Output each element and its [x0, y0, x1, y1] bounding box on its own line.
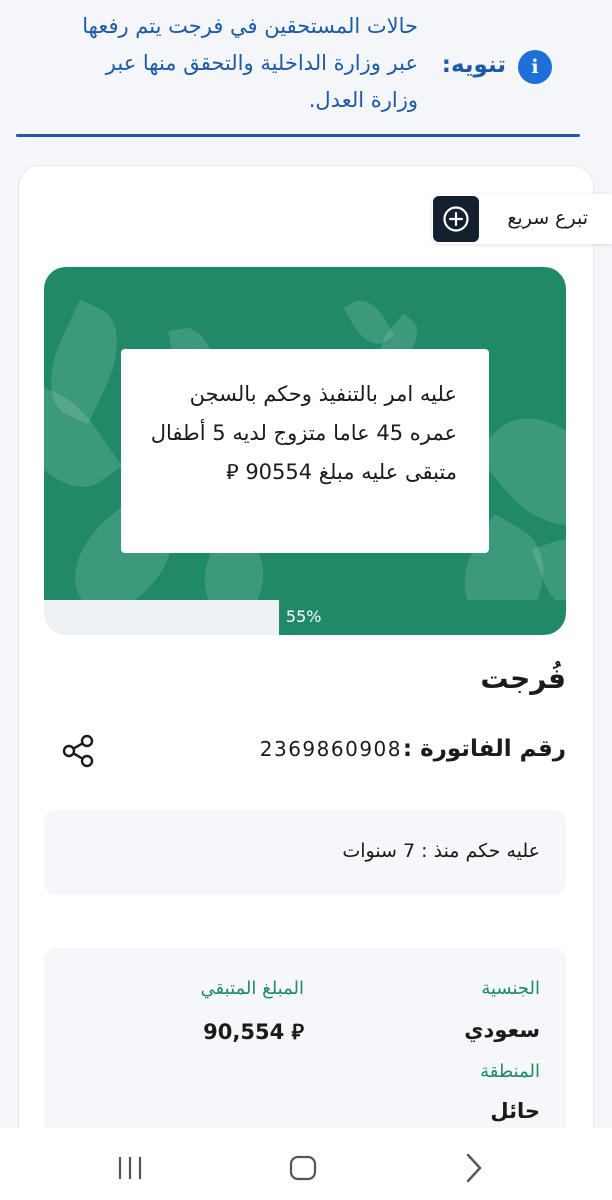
recents-icon[interactable]: [115, 1155, 145, 1185]
riyal-symbol: ⃁: [291, 1020, 304, 1044]
notice-banner: i تنويه: حالات المستحقين في فرجت يتم رفع…: [0, 0, 612, 152]
remaining-amount: 90,554: [203, 1020, 285, 1044]
sentence-duration: عليه حكم منذ : 7 سنوات: [342, 840, 540, 862]
region-value: حائل: [490, 1099, 540, 1123]
nationality-value: سعودي: [464, 1018, 540, 1042]
donation-progress-bar: 55%: [44, 600, 566, 635]
plus-circle-icon[interactable]: [433, 196, 479, 242]
progress-fill: 55%: [278, 600, 566, 635]
remaining-amount-value: 90,554 ⃁: [203, 1018, 304, 1045]
invoice-number: 2369860908: [259, 737, 402, 761]
back-icon[interactable]: [462, 1152, 484, 1188]
invoice-label: رقم الفاتورة :: [402, 736, 566, 762]
remaining-amount-label: المبلغ المتبقي: [200, 978, 304, 999]
notice-divider: [16, 134, 580, 137]
home-icon[interactable]: [288, 1154, 318, 1186]
progress-percentage: 55%: [285, 607, 322, 626]
sentence-info-box: عليه حكم منذ : 7 سنوات: [44, 810, 566, 895]
notice-label: تنويه:: [441, 52, 506, 78]
region-label: المنطقة: [480, 1061, 540, 1082]
notice-text: حالات المستحقين في فرجت يتم رفعها عبر وز…: [82, 14, 418, 112]
case-title: فُرجت: [480, 662, 566, 695]
info-icon: i: [518, 50, 552, 84]
quick-donate-button[interactable]: تبرع سريع: [432, 194, 612, 244]
system-navbar: [0, 1128, 612, 1200]
case-description: عليه امر بالتنفيذ وحكم بالسجن عمره 45 عا…: [121, 349, 489, 553]
share-icon[interactable]: [60, 732, 98, 770]
nationality-label: الجنسية: [481, 978, 540, 999]
case-banner: عليه امر بالتنفيذ وحكم بالسجن عمره 45 عا…: [44, 267, 566, 603]
quick-donate-label: تبرع سريع: [507, 207, 588, 229]
